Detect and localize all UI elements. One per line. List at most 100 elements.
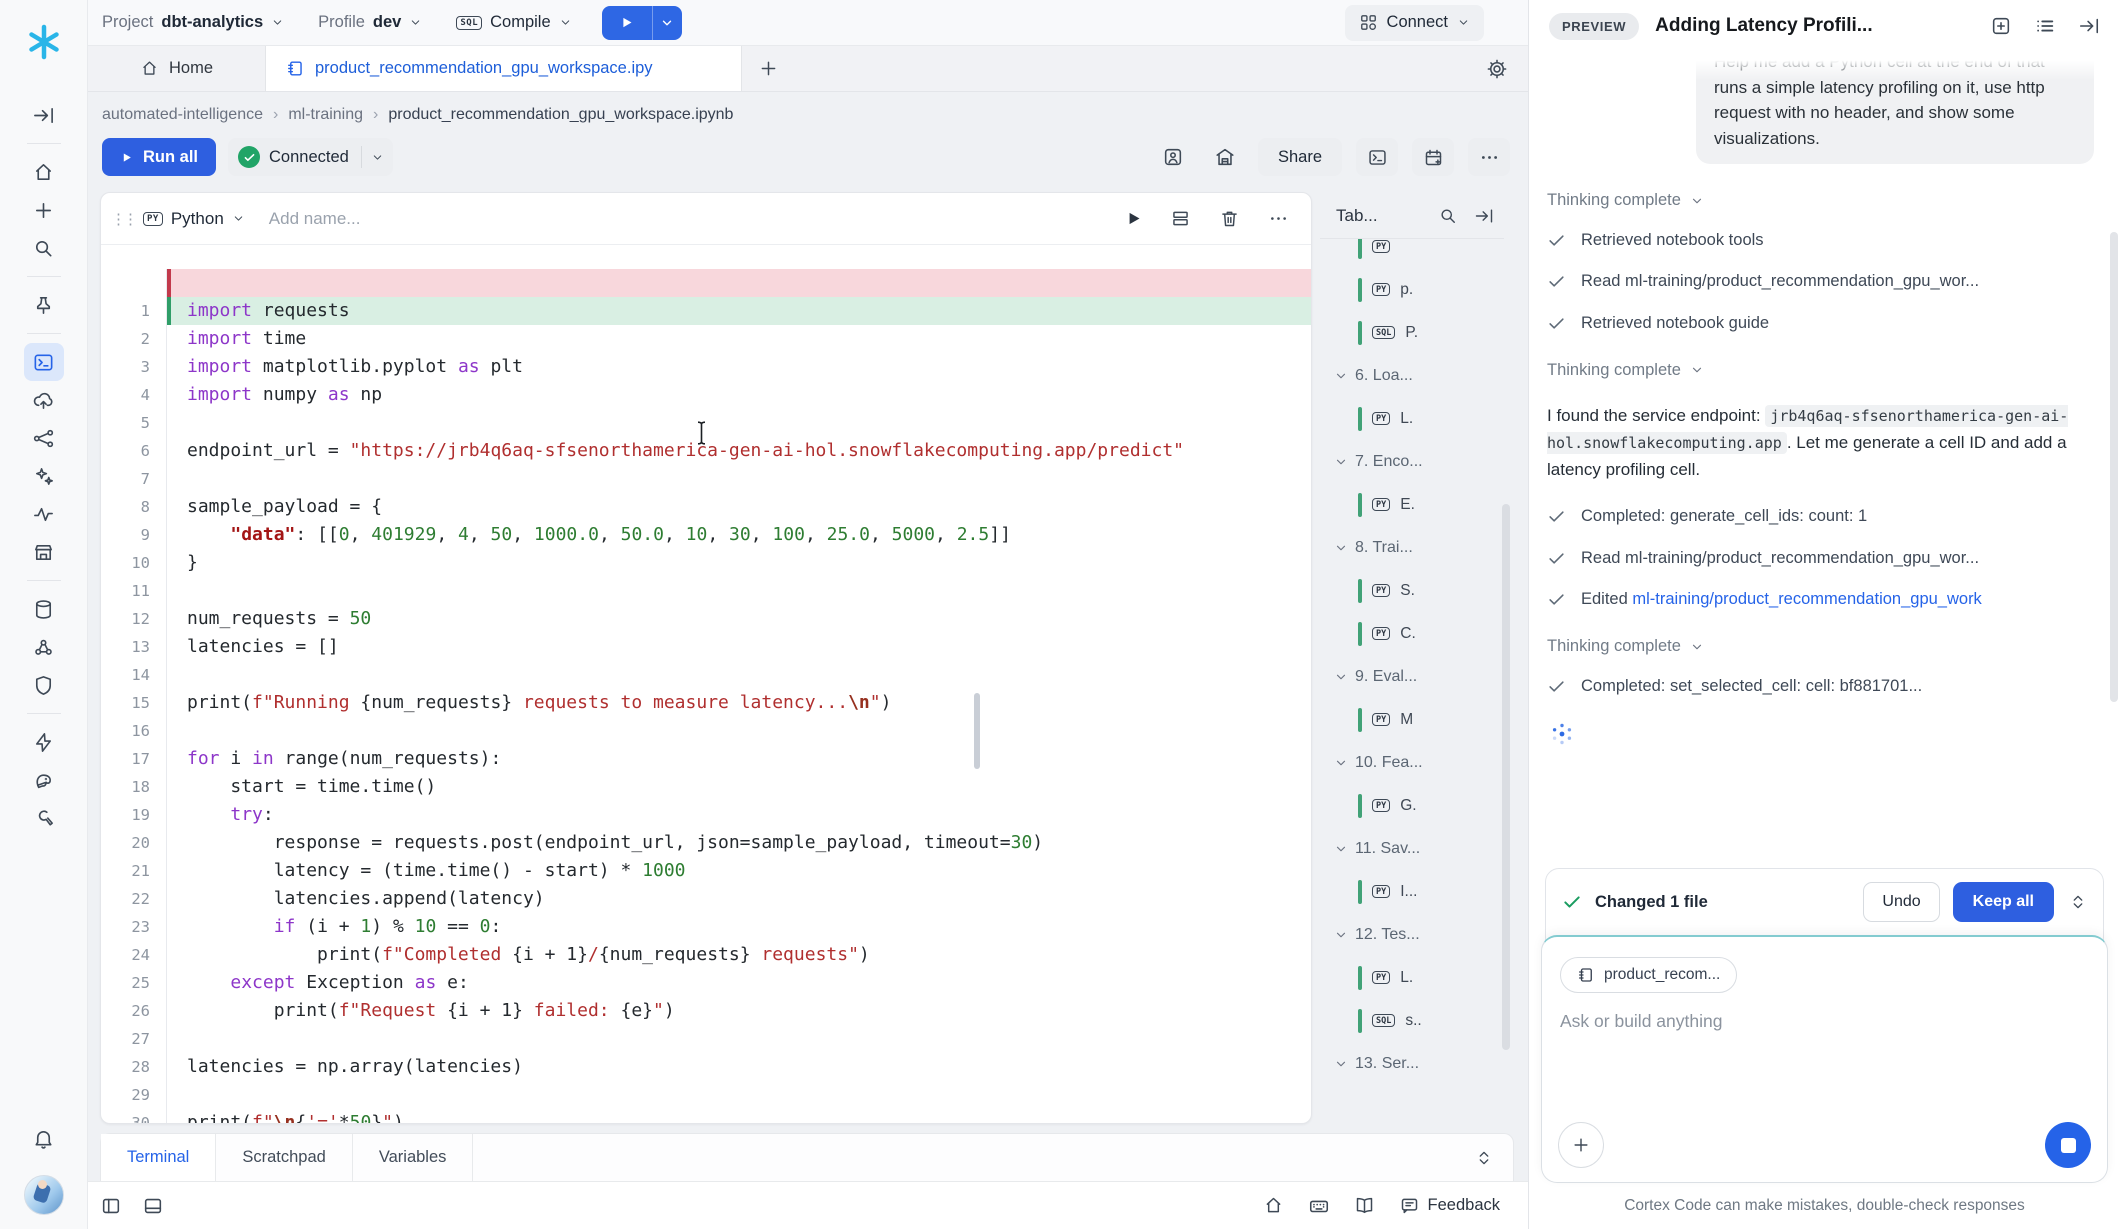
undo-button[interactable]: Undo [1863,882,1939,922]
connect-button[interactable]: Connect [1345,5,1484,41]
workspaces-icon[interactable] [24,343,64,381]
collapse-outline-icon[interactable] [1474,206,1494,226]
new-tab-button[interactable] [742,46,794,91]
outline-cell[interactable]: SQLP. [1320,311,1510,354]
compile-menu[interactable]: SQL Compile [456,13,571,32]
warehouse-icon[interactable] [1206,138,1244,176]
outline-section[interactable]: 12. Tes... [1320,913,1510,956]
collaboration-icon[interactable] [24,628,64,666]
terminal-panel-icon[interactable] [1356,138,1398,176]
tab-variables[interactable]: Variables [353,1134,474,1181]
pin-icon[interactable] [24,286,64,324]
composer-input[interactable]: Ask or build anything [1560,1011,2089,1032]
outline-section[interactable]: 6. Loa... [1320,354,1510,397]
code-line[interactable]: 19 try: [101,801,1311,829]
code-line[interactable]: 23 if (i + 1) % 10 == 0: [101,913,1311,941]
keyboard-shortcuts-icon[interactable] [1308,1195,1330,1217]
breadcrumb-file[interactable]: product_recommendation_gpu_workspace.ipy… [388,106,733,124]
search-icon[interactable] [1438,206,1458,226]
outline-cell[interactable]: PYC. [1320,612,1510,655]
drag-handle[interactable]: ⋮⋮ [111,210,133,228]
lineage-graph-icon[interactable] [24,419,64,457]
collapse-panel-icon[interactable] [2078,15,2100,37]
settings-gear-icon[interactable] [1486,46,1528,91]
attach-button[interactable] [1558,1122,1604,1168]
code-line[interactable]: 27 [101,1025,1311,1053]
schedule-calendar-icon[interactable] [1412,138,1454,176]
connection-options-chevron[interactable] [361,146,393,168]
search-icon[interactable] [24,229,64,267]
thinking-complete-toggle[interactable]: Thinking complete [1547,637,2096,656]
user-avatar[interactable] [24,1175,64,1215]
outline-cell[interactable]: PYM [1320,698,1510,741]
expand-panel-icon[interactable] [1475,1134,1513,1181]
code-line[interactable]: 8sample_payload = { [101,493,1311,521]
code-line[interactable]: 16 [101,717,1311,745]
code-line[interactable]: 26 print(f"Request {i + 1} failed: {e}") [101,997,1311,1025]
share-button[interactable]: Share [1258,138,1342,176]
outline-section[interactable]: 9. Eval... [1320,655,1510,698]
quickstart-zap-icon[interactable] [24,723,64,761]
tab-notebook[interactable]: product_recommendation_gpu_workspace.ipy [266,46,742,91]
tab-terminal[interactable]: Terminal [101,1134,216,1181]
code-line[interactable]: 29 [101,1081,1311,1109]
expand-changes-icon[interactable] [2069,893,2087,911]
elephant-icon[interactable] [24,761,64,799]
outline-cell[interactable]: PYG. [1320,784,1510,827]
outline-cell[interactable]: SQLs.. [1320,999,1510,1042]
toggle-left-panel-icon[interactable] [100,1195,122,1217]
create-new-icon[interactable] [24,191,64,229]
delete-cell-icon[interactable] [1219,208,1240,229]
thinking-complete-toggle[interactable]: Thinking complete [1547,361,2096,380]
more-options-icon[interactable] [1468,138,1510,176]
outline-cell[interactable]: PYI... [1320,870,1510,913]
split-cell-icon[interactable] [1170,208,1191,229]
cell-name-input[interactable]: Add name... [269,209,361,229]
code-line[interactable]: 11 [101,577,1311,605]
code-line[interactable]: 14 [101,661,1311,689]
keep-all-button[interactable]: Keep all [1953,882,2054,922]
context-file-chip[interactable]: product_recom... [1560,957,1737,993]
code-line[interactable]: 7 [101,465,1311,493]
notifications-bell-icon[interactable] [24,1119,64,1157]
tools-hook-icon[interactable] [24,799,64,837]
code-line[interactable]: 21 latency = (time.time() - start) * 100… [101,857,1311,885]
feedback-button[interactable]: Feedback [1399,1195,1500,1216]
breadcrumb-subfolder[interactable]: ml-training [288,106,363,124]
code-line[interactable]: 30print(f"\n{'='*50}") [101,1109,1311,1124]
activity-icon[interactable] [24,495,64,533]
tab-scratchpad[interactable]: Scratchpad [216,1134,352,1181]
code-line[interactable]: 22 latencies.append(latency) [101,885,1311,913]
outline-cell[interactable]: PYp. [1320,268,1510,311]
code-editor[interactable]: 1import requests2import time3import matp… [101,245,1311,1124]
collapse-sidebar-icon[interactable] [24,96,64,134]
code-line[interactable]: 5 [101,409,1311,437]
code-line[interactable]: 12num_requests = 50 [101,605,1311,633]
code-line[interactable]: 17for i in range(num_requests): [101,745,1311,773]
run-cell-icon[interactable] [1125,210,1142,227]
tab-home[interactable]: Home [88,46,266,91]
home-icon[interactable] [24,153,64,191]
chat-history-list-icon[interactable] [2034,15,2056,37]
project-selector[interactable]: Project dbt-analytics [102,13,284,32]
code-line[interactable]: 18 start = time.time() [101,773,1311,801]
outline-cell[interactable]: PYL. [1320,956,1510,999]
code-line[interactable]: 25 except Exception as e: [101,969,1311,997]
code-line[interactable]: 4import numpy as np [101,381,1311,409]
run-options-chevron[interactable] [652,6,682,40]
code-line[interactable]: 10} [101,549,1311,577]
data-icon[interactable] [24,590,64,628]
outline-cell[interactable]: PYL. [1320,397,1510,440]
code-line[interactable]: 2import time [101,325,1311,353]
cell-more-icon[interactable] [1268,208,1289,229]
governance-shield-icon[interactable] [24,666,64,704]
code-line[interactable]: 9 "data": [[0, 401929, 4, 50, 1000.0, 50… [101,521,1311,549]
chat-scrollbar[interactable] [2110,232,2118,702]
outline-section[interactable]: 10. Fea... [1320,741,1510,784]
outline-cell[interactable]: PYE. [1320,483,1510,526]
code-line[interactable]: 3import matplotlib.pyplot as plt [101,353,1311,381]
ai-sparkles-icon[interactable] [24,457,64,495]
code-line[interactable]: 20 response = requests.post(endpoint_url… [101,829,1311,857]
home-status-icon[interactable] [1263,1195,1284,1216]
new-chat-icon[interactable] [1990,15,2012,37]
